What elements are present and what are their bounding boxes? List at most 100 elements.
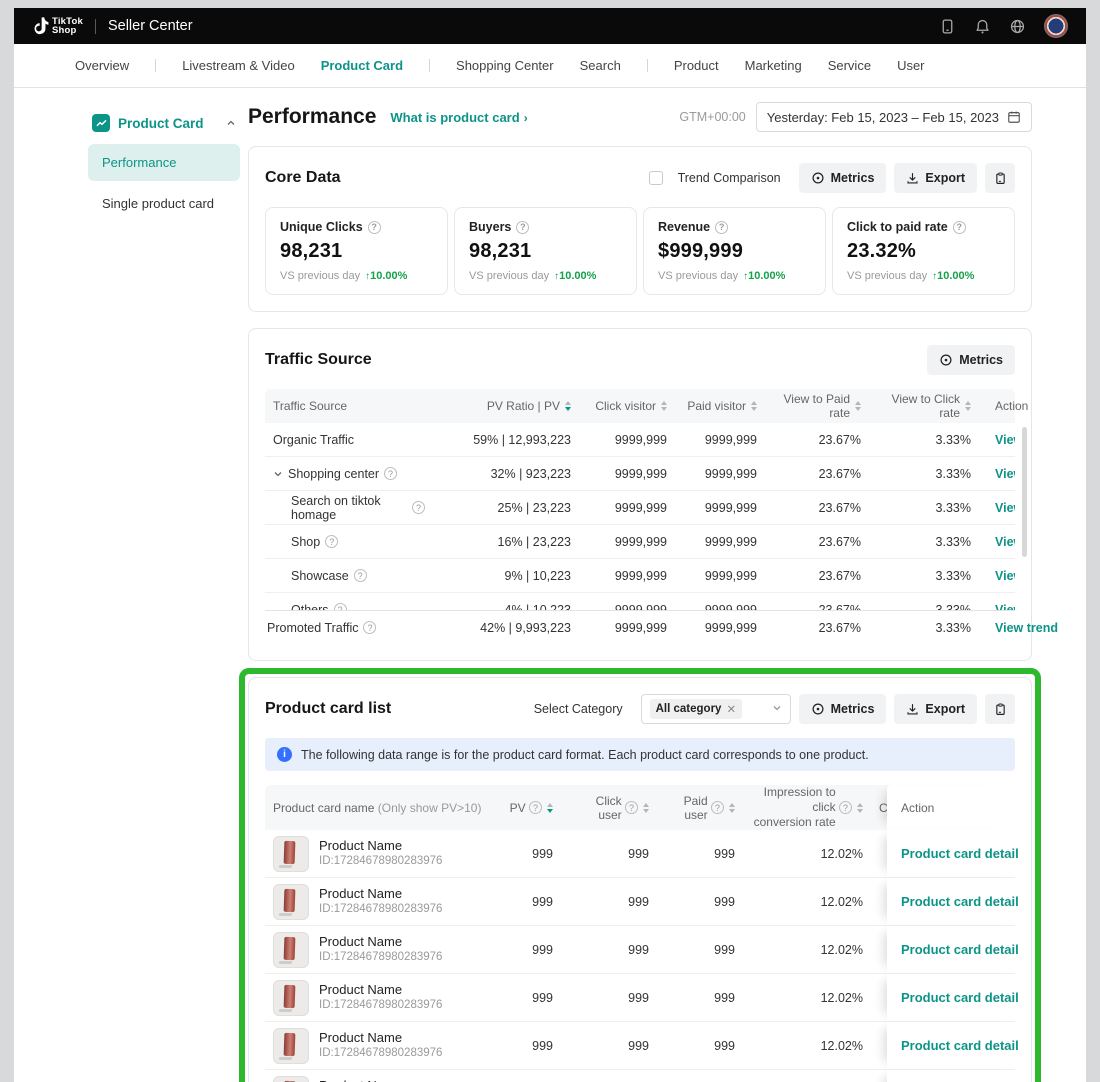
help-icon[interactable] [354,569,367,582]
view-to-click-value: 3.33% [869,467,979,481]
help-icon[interactable] [529,801,542,814]
what-is-product-card-link[interactable]: What is product card› [390,110,527,125]
column-view-to-paid[interactable]: View to Paid rate [765,392,869,420]
mobile-device-icon[interactable] [939,18,956,35]
column-click-user[interactable]: Click user [561,794,657,822]
copy-button[interactable] [985,163,1015,193]
click-visitor-value: 9999,999 [579,535,675,549]
help-icon[interactable] [516,221,529,234]
nav-item[interactable]: Overview [75,58,129,73]
metrics-button[interactable]: Metrics [927,345,1015,375]
paid-visitor-value: 9999,999 [675,621,765,635]
column-paid-user[interactable]: Paid user [657,794,743,822]
product-card-detail-link[interactable]: Product card detail [901,894,1019,909]
nav-item[interactable]: Shopping Center [456,58,554,73]
sort-icon[interactable] [751,401,757,411]
copy-button[interactable] [985,694,1015,724]
sidebar-group-product-card[interactable]: Product Card [88,106,240,140]
main-navigation: Overview Livestream & Video Product Card… [14,44,1086,88]
app-window: TikTok Shop Seller Center Ov [14,8,1086,1082]
sidebar-item-performance[interactable]: Performance [88,144,240,181]
column-impression-to-click[interactable]: Impression to click conversion rate [743,785,871,830]
export-button[interactable]: Export [894,694,977,724]
nav-item[interactable]: Livestream & Video [182,58,295,73]
sidebar-item-single-product-card[interactable]: Single product card [88,185,240,222]
download-icon [906,703,919,716]
view-trend-link[interactable]: View trend [995,535,1015,549]
paid-user-value: 999 [657,1039,743,1053]
chevron-down-icon[interactable] [273,469,283,479]
nav-item[interactable]: Marketing [745,58,802,73]
sort-icon[interactable] [643,803,649,813]
select-category-label: Select Category [534,702,623,716]
help-icon[interactable] [363,621,376,634]
product-name: Product Name [319,982,442,999]
view-trend-link[interactable]: View trend [995,467,1015,481]
sort-icon[interactable] [729,803,735,813]
user-avatar[interactable] [1044,14,1068,38]
scrollbar-thumb[interactable] [1022,427,1027,557]
date-range-picker[interactable]: Yesterday: Feb 15, 2023 – Feb 15, 2023 [756,102,1032,132]
traffic-source-name: Promoted Traffic [267,621,358,635]
nav-item[interactable]: Product Card [321,58,403,73]
column-paid-visitor[interactable]: Paid visitor [675,399,765,413]
column-view-to-click[interactable]: View to Click rate [869,392,979,420]
category-select[interactable]: All category ✕ [641,694,791,724]
metrics-button[interactable]: Metrics [799,694,887,724]
sort-icon[interactable] [565,401,571,411]
help-icon[interactable] [334,603,347,610]
globe-icon[interactable] [1009,18,1026,35]
metric-card: Click to paid rate 23.32% VS previous da… [832,207,1015,295]
help-icon[interactable] [953,221,966,234]
metrics-gear-icon [939,353,953,367]
product-card-detail-link[interactable]: Product card detail [901,990,1019,1005]
help-icon[interactable] [384,467,397,480]
table-row: Product Name ID:17284678980283976 999 99… [265,1070,1015,1082]
metric-card: Unique Clicks 98,231 VS previous day ↑10… [265,207,448,295]
bell-icon[interactable] [974,18,991,35]
column-pv[interactable]: PV [491,801,561,815]
product-card-detail-link[interactable]: Product card detail [901,846,1019,861]
pv-value: 999 [491,895,561,909]
sort-icon[interactable] [965,401,971,411]
sort-icon[interactable] [855,401,861,411]
view-trend-link[interactable]: View trend [995,433,1015,447]
remove-tag-icon[interactable]: ✕ [726,702,736,716]
nav-item[interactable]: Service [828,58,871,73]
view-trend-link[interactable]: View trend [995,621,1058,635]
help-icon[interactable] [325,535,338,548]
column-click-visitor[interactable]: Click visitor [579,399,675,413]
view-trend-link[interactable]: View trend [995,603,1015,611]
metric-label: Click to paid rate [847,220,948,234]
help-icon[interactable] [839,801,852,814]
nav-item[interactable]: Search [580,58,621,73]
help-icon[interactable] [625,801,638,814]
download-icon [906,172,919,185]
help-icon[interactable] [711,801,724,814]
help-icon[interactable] [715,221,728,234]
product-card-detail-link[interactable]: Product card detail [901,1038,1019,1053]
trend-comparison-label[interactable]: Trend Comparison [678,171,781,185]
product-card-detail-link[interactable]: Product card detail [901,942,1019,957]
header-divider [95,19,96,34]
export-button[interactable]: Export [894,163,977,193]
view-trend-link[interactable]: View trend [995,569,1015,583]
nav-divider [647,59,648,72]
trend-comparison-checkbox[interactable] [649,171,663,185]
traffic-source-name: Showcase [291,569,349,583]
traffic-table-body[interactable]: Organic Traffic 59% | 12,993,223 9999,99… [265,423,1015,610]
sort-icon[interactable] [661,401,667,411]
sort-icon[interactable] [547,803,553,813]
clipboard-icon [994,172,1007,185]
vs-previous-label: VS previous day [280,270,360,282]
column-pv-ratio[interactable]: PV Ratio | PV [433,399,579,413]
view-trend-link[interactable]: View trend [995,501,1015,515]
metrics-button[interactable]: Metrics [799,163,887,193]
nav-item[interactable]: Product [674,58,719,73]
view-to-click-value: 3.33% [869,569,979,583]
product-thumbnail [273,836,309,872]
help-icon[interactable] [368,221,381,234]
nav-item[interactable]: User [897,58,924,73]
help-icon[interactable] [412,501,425,514]
sort-icon[interactable] [857,803,863,813]
